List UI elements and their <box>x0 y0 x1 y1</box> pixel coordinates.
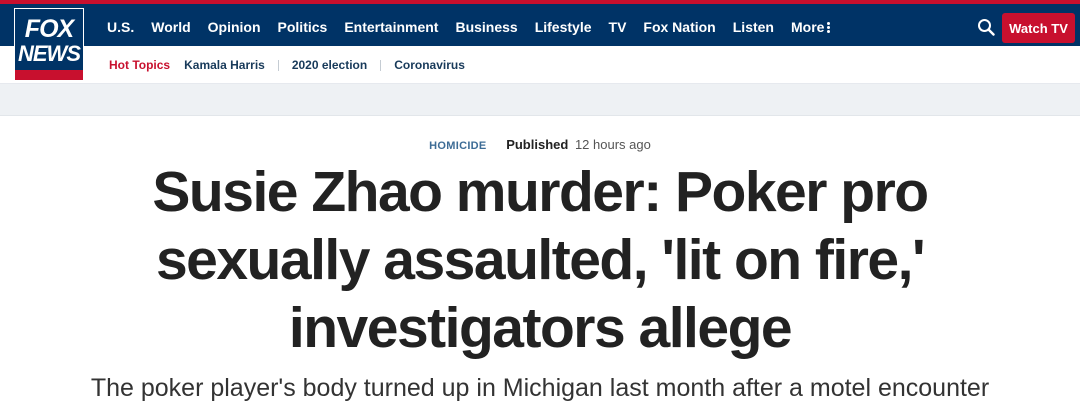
topic-divider <box>380 59 382 71</box>
nav-fox-nation[interactable]: Fox Nation <box>643 19 715 35</box>
published-time: 12 hours ago <box>574 137 651 152</box>
fox-news-logo[interactable]: FOX NEWS <box>14 8 84 81</box>
nav-tv[interactable]: TV <box>609 19 627 35</box>
topic-divider <box>277 59 279 71</box>
article-subheadline: The poker player's body turned up in Mic… <box>90 374 990 402</box>
logo-news-text: NEWS <box>18 41 81 66</box>
nav-us[interactable]: U.S. <box>107 19 134 35</box>
more-menu-button[interactable]: More <box>790 19 831 35</box>
topic-kamala-harris[interactable]: Kamala Harris <box>184 58 265 72</box>
nav-business[interactable]: Business <box>455 19 517 35</box>
published-label: Published <box>506 137 569 152</box>
nav-politics[interactable]: Politics <box>278 19 328 35</box>
top-nav: U.S. World Opinion Politics Entertainmen… <box>0 0 1080 46</box>
watch-tv-button[interactable]: Watch TV <box>1002 13 1075 43</box>
main-nav: U.S. World Opinion Politics Entertainmen… <box>107 4 831 50</box>
ad-band <box>0 84 1080 116</box>
topic-coronavirus[interactable]: Coronavirus <box>394 58 465 72</box>
nav-entertainment[interactable]: Entertainment <box>344 19 438 35</box>
hot-topics-bar: Hot Topics Kamala Harris 2020 election C… <box>0 46 1080 84</box>
article-headline: Susie Zhao murder: Poker pro sexually as… <box>152 160 929 360</box>
more-label: More <box>790 19 825 35</box>
hot-topics-label: Hot Topics <box>109 58 171 72</box>
nav-world[interactable]: World <box>151 19 190 35</box>
nav-lifestyle[interactable]: Lifestyle <box>535 19 592 35</box>
category-link[interactable]: HOMICIDE <box>429 140 486 152</box>
nav-listen[interactable]: Listen <box>733 19 774 35</box>
topic-2020-election[interactable]: 2020 election <box>292 58 367 72</box>
nav-opinion[interactable]: Opinion <box>208 19 261 35</box>
logo-fox-text: FOX <box>24 15 74 43</box>
logo-red-bar <box>15 70 83 80</box>
article-meta: HOMICIDE Published 12 hours ago <box>0 137 1080 152</box>
search-icon[interactable] <box>977 18 995 36</box>
more-dots-icon <box>827 21 831 33</box>
